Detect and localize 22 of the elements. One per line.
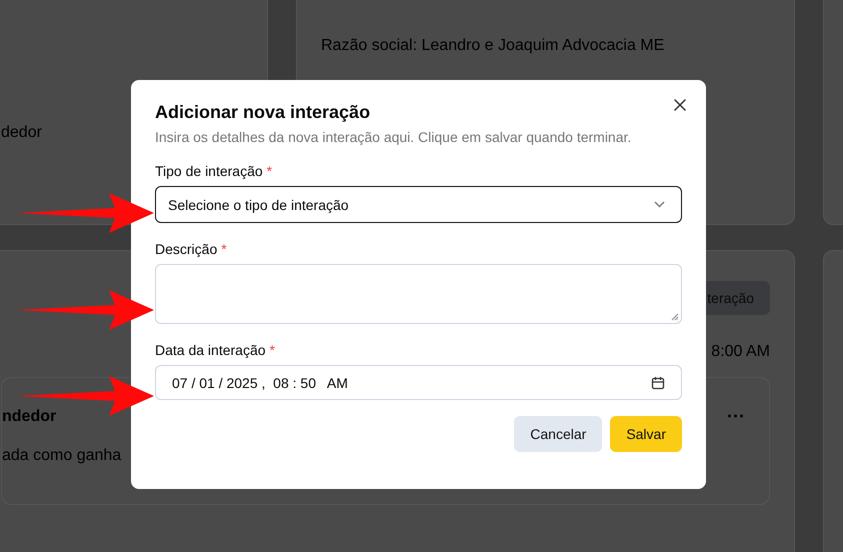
required-mark: * [266, 163, 272, 179]
interaction-time: 8:00 AM [711, 343, 770, 361]
close-icon[interactable] [674, 99, 686, 111]
required-mark: * [270, 342, 275, 358]
chevron-down-icon [654, 201, 665, 208]
cancel-button[interactable]: Cancelar [514, 416, 602, 452]
company-name: Razão social: Leandro e Joaquim Advocacia ME [321, 37, 664, 54]
dialog-title: Adicionar nova interação [155, 102, 372, 123]
card-text: dedor [1, 124, 42, 142]
required-mark: * [221, 241, 227, 257]
interaction-text: ada como ganha [2, 447, 122, 465]
description-field[interactable] [155, 264, 682, 324]
date-time-field[interactable]: 07 / 01 / 2025 , 08 : 50 AM [155, 365, 682, 400]
calendar-icon [651, 376, 665, 390]
resize-grip-icon [671, 313, 679, 321]
dialog-description: Insira os detalhes da nova interação aqui. Clique em salvar quando terminar. [155, 129, 632, 145]
field-label: Descrição [155, 241, 218, 257]
field-label: Data da interação [155, 342, 266, 358]
field-label: Tipo de interação [155, 163, 263, 179]
interaction-title: ndedor [2, 408, 56, 426]
save-button[interactable]: Salvar [610, 416, 682, 452]
select-field[interactable]: Selecione o tipo de interação [155, 186, 682, 223]
